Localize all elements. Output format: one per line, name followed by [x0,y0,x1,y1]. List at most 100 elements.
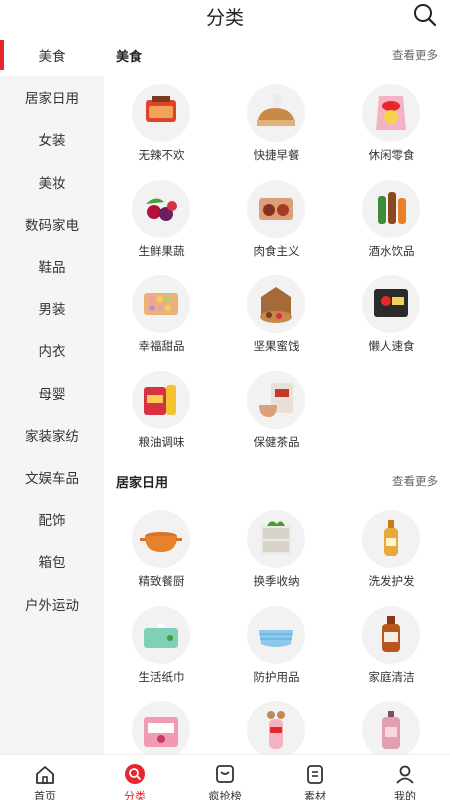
category-tile[interactable] [219,689,334,754]
category-tile[interactable]: 换季收纳 [219,498,334,594]
category-tile[interactable] [104,689,219,754]
chips-snack-icon [362,84,420,142]
category-tile-label: 生活纸巾 [138,671,185,684]
sidebar-item[interactable]: 母婴 [0,372,104,414]
sidebar-item-label: 数码家电 [25,217,79,233]
sidebar-item-label: 户外运动 [25,597,79,613]
tab-label: 分类 [124,791,146,800]
sidebar-item[interactable]: 内衣 [0,329,104,371]
category-tile-label: 洗发护发 [368,576,415,588]
tissue-icon [132,605,190,664]
sidebar-item[interactable]: 家装家纺 [0,414,104,456]
category-tile-label: 懒人速食 [368,341,415,353]
category-grid: 无辣不欢 快捷早餐 休闲零食生鲜果蔬 肉食主义 酒水饮品幸福甜品 坚果蜜饯 懒人速食粮油调味… [104,72,450,454]
category-content: 美食 查看更多 无辣不欢 快捷早餐 休闲零食 生鲜果蔬 肉食主义 酒水饮品 幸福甜品 坚果蜜饯 懒人… [104,34,450,754]
body-spray-icon [362,701,420,754]
sidebar-item-label: 家装家纺 [25,428,79,444]
category-tile[interactable]: 保健茶品 [219,359,334,455]
bottom-tabbar: 首页 分类 疯抢榜 素材 我的 [0,754,450,800]
category-tile[interactable]: 酒水饮品 [334,168,449,264]
category-tile[interactable]: 家庭清洁 [334,594,449,690]
category-tile[interactable]: 休闲零食 [334,72,449,168]
tab-home[interactable]: 首页 [0,755,90,800]
category-sidebar: 美食居家日用女装美妆数码家电鞋品男装内衣母婴家装家纺文娱车品配饰箱包户外运动 [0,34,104,754]
sidebar-item-label: 文娱车品 [25,470,79,486]
category-tile-label: 换季收纳 [253,576,300,588]
disinfectant-icon [362,605,420,664]
bread-breakfast-icon [247,84,305,142]
search-icon[interactable] [412,2,438,28]
category-tile[interactable]: 洗发护发 [334,498,449,594]
tab-label: 疯抢榜 [208,791,242,800]
sidebar-item[interactable]: 美食 [0,34,104,77]
category-tile-label: 休闲零食 [368,150,415,162]
sidebar-item-label: 鞋品 [38,260,66,276]
section-title: 居家日用 [116,475,169,490]
see-more-link[interactable]: 查看更多 [392,473,438,489]
category-tile-label: 幸福甜品 [138,341,185,353]
tea-icon [247,370,305,429]
sidebar-item[interactable]: 配饰 [0,498,104,540]
nuts-icon [247,275,305,333]
pad-package-icon [132,701,190,754]
sidebar-item-label: 美食 [38,49,66,65]
sidebar-item-label: 母婴 [38,386,66,402]
category-tile-label: 生鲜果蔬 [138,245,185,258]
sidebar-item-label: 居家日用 [25,91,79,107]
category-icon [124,763,146,785]
category-grid: 精致餐厨 换季收纳 洗发护发生活纸巾 防护用品 家庭清洁 [104,498,450,754]
macaron-icon [132,275,190,333]
sidebar-item-label: 箱包 [38,555,66,571]
category-tile-label: 家庭清洁 [368,671,415,684]
sidebar-item-label: 内衣 [38,344,66,360]
category-tile[interactable]: 快捷早餐 [219,72,334,168]
section-title: 美食 [116,49,143,64]
category-tile-label: 保健茶品 [253,436,300,449]
category-tile[interactable]: 幸福甜品 [104,263,219,359]
category-tile[interactable]: 生活纸巾 [104,594,219,690]
category-tile[interactable] [334,689,449,754]
sidebar-item-label: 美妆 [38,175,66,191]
header: 分类 [0,0,450,34]
sidebar-item[interactable]: 户外运动 [0,582,104,624]
face-mask-icon [247,605,305,664]
sidebar-item[interactable]: 箱包 [0,540,104,582]
category-tile-label: 无辣不欢 [138,150,185,162]
tab-material[interactable]: 素材 [270,755,360,800]
category-tile[interactable]: 坚果蜜饯 [219,263,334,359]
sidebar-item[interactable]: 美妆 [0,161,104,203]
tab-ranking[interactable]: 疯抢榜 [180,755,270,800]
page-title: 分类 [205,8,244,29]
sidebar-item-label: 配饰 [38,513,66,529]
rice-oil-icon [132,370,190,429]
sidebar-item[interactable]: 男装 [0,287,104,329]
category-tile-label: 肉食主义 [253,245,300,258]
sidebar-item[interactable]: 女装 [0,118,104,160]
category-tile-label: 防护用品 [253,671,300,684]
tab-label: 首页 [34,791,56,800]
category-tile[interactable]: 生鲜果蔬 [104,168,219,264]
category-tile[interactable]: 无辣不欢 [104,72,219,168]
category-tile-label: 粮油调味 [138,436,185,449]
tab-profile[interactable]: 我的 [360,755,450,800]
category-tile[interactable]: 精致餐厨 [104,498,219,594]
meat-icon [247,179,305,238]
sidebar-item-label: 女装 [38,133,66,149]
category-tile[interactable]: 粮油调味 [104,359,219,455]
category-tile[interactable]: 懒人速食 [334,263,449,359]
sidebar-item[interactable]: 鞋品 [0,245,104,287]
sidebar-item[interactable]: 居家日用 [0,76,104,118]
category-tile[interactable]: 防护用品 [219,594,334,690]
category-tile-label: 坚果蜜饯 [253,341,300,353]
category-tile-label: 快捷早餐 [253,150,300,162]
cooking-pot-icon [132,510,190,568]
shampoo-icon [362,510,420,568]
tab-label: 素材 [304,791,326,800]
category-tile[interactable]: 肉食主义 [219,168,334,264]
see-more-link[interactable]: 查看更多 [392,47,438,63]
storage-drawer-icon [247,510,305,568]
sidebar-item[interactable]: 文娱车品 [0,456,104,498]
drinks-icon [362,179,420,238]
tab-category[interactable]: 分类 [90,755,180,800]
sidebar-item[interactable]: 数码家电 [0,203,104,245]
